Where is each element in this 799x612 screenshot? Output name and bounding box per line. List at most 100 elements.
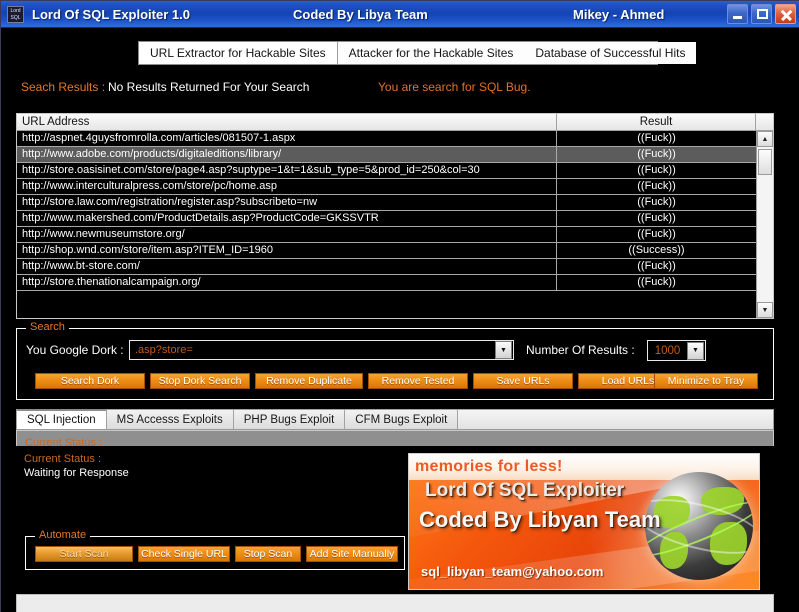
- cell-result: ((Fuck)): [637, 180, 676, 192]
- banner-email: sql_libyan_team@yahoo.com: [421, 564, 604, 579]
- window-title-right: Mikey - Ahmed: [573, 6, 665, 22]
- title-bar: Lord SQL Lord Of SQL Exploiter 1.0 Coded…: [1, 1, 799, 28]
- cell-url: http://www.adobe.com/products/digitaledi…: [17, 147, 557, 162]
- dork-combobox[interactable]: .asp?store= ▼: [129, 340, 514, 360]
- tab-attacker[interactable]: Attacker for the Hackable Sites: [337, 42, 525, 64]
- automate-group-caption: Automate: [35, 529, 91, 541]
- cell-result: ((Fuck)): [637, 148, 676, 160]
- cell-result: ((Fuck)): [637, 164, 676, 176]
- cell-url: http://www.bt-store.com/: [17, 259, 557, 274]
- banner-line-2: Coded By Libyan Team: [419, 507, 661, 532]
- check-single-url-button[interactable]: Check Single URL: [138, 546, 230, 562]
- table-row[interactable]: http://shop.wnd.com/store/item.asp?ITEM_…: [17, 243, 756, 259]
- remove-duplicate-button[interactable]: Remove Duplicate: [255, 373, 363, 389]
- search-results-value: No Results Returned For Your Search: [108, 80, 310, 94]
- cell-result: ((Fuck)): [637, 260, 676, 272]
- cell-result: ((Fuck)): [637, 132, 676, 144]
- results-count-label: Number Of Results :: [526, 343, 635, 357]
- cell-url: http://www.makershed.com/ProductDetails.…: [17, 211, 557, 226]
- search-group-caption: Search: [26, 321, 69, 333]
- status-caption-overlay: Current Status :: [24, 453, 102, 465]
- search-results-label: Seach Results :: [21, 80, 106, 94]
- tab-sql-injection[interactable]: SQL Injection: [16, 409, 107, 429]
- globe-icon: [645, 472, 753, 580]
- search-dork-button[interactable]: Search Dork: [35, 373, 145, 389]
- chevron-down-icon[interactable]: ▼: [495, 341, 512, 359]
- save-urls-button[interactable]: Save URLs: [473, 373, 573, 389]
- table-row[interactable]: http://store.law.com/registration/regist…: [17, 195, 756, 211]
- window-title: Lord Of SQL Exploiter 1.0: [32, 6, 190, 22]
- minimize-button[interactable]: [727, 4, 748, 24]
- status-bar: [16, 594, 774, 612]
- status-value-overlay: Waiting for Response: [24, 467, 129, 479]
- cell-result: ((Fuck)): [637, 228, 676, 240]
- application-window: Lord SQL Lord Of SQL Exploiter 1.0 Coded…: [0, 0, 799, 612]
- add-site-manually-button[interactable]: Add Site Manually: [306, 546, 398, 562]
- minimize-to-tray-button[interactable]: Minimize to Tray: [654, 373, 758, 389]
- table-row[interactable]: http://www.adobe.com/products/digitaledi…: [17, 147, 756, 163]
- table-row[interactable]: http://www.interculturalpress.com/store/…: [17, 179, 756, 195]
- table-row[interactable]: http://www.makershed.com/ProductDetails.…: [17, 211, 756, 227]
- results-count-value[interactable]: 1000: [648, 345, 687, 357]
- stop-scan-button[interactable]: Stop Scan: [235, 546, 301, 562]
- remove-tested-button[interactable]: Remove Tested: [368, 373, 468, 389]
- scroll-up-icon[interactable]: ▲: [757, 131, 773, 147]
- grid-header-url[interactable]: URL Address: [17, 114, 557, 131]
- app-icon: Lord SQL: [7, 5, 24, 23]
- close-button[interactable]: [775, 4, 796, 24]
- search-results-note: You are search for SQL Bug.: [378, 80, 531, 94]
- cell-result: ((Fuck)): [637, 196, 676, 208]
- tab-bar-filler: [457, 409, 774, 429]
- grid-header-spacer: [756, 114, 773, 131]
- window-title-center: Coded By Libya Team: [293, 6, 428, 22]
- cell-url: http://www.newmuseumstore.org/: [17, 227, 557, 242]
- main-tab-bar: URL Extractor for Hackable Sites Attacke…: [138, 41, 697, 65]
- dork-label: You Google Dork :: [26, 343, 124, 357]
- cell-url: http://store.thenationalcampaign.org/: [17, 275, 557, 290]
- cell-url: http://shop.wnd.com/store/item.asp?ITEM_…: [17, 243, 557, 258]
- tab-cfm-bugs-exploit[interactable]: CFM Bugs Exploit: [344, 409, 459, 429]
- table-row[interactable]: http://store.thenationalcampaign.org/ ((…: [17, 275, 756, 291]
- tab-ms-access-exploits[interactable]: MS Accesss Exploits: [105, 409, 234, 429]
- maximize-icon: [757, 9, 768, 19]
- stop-dork-search-button[interactable]: Stop Dork Search: [150, 373, 250, 389]
- minimize-icon: [733, 16, 742, 19]
- window-controls: [727, 4, 796, 24]
- cell-result: ((Fuck)): [637, 276, 676, 288]
- cell-url: http://aspnet.4guysfromrolla.com/article…: [17, 131, 557, 146]
- grid-body: http://aspnet.4guysfromrolla.com/article…: [17, 131, 773, 318]
- cell-url: http://www.interculturalpress.com/store/…: [17, 179, 557, 194]
- cell-result: ((Fuck)): [637, 212, 676, 224]
- maximize-button[interactable]: [751, 4, 772, 24]
- cell-result: ((Success)): [628, 244, 685, 256]
- start-scan-button[interactable]: Start Scan: [35, 546, 133, 562]
- grid-header-row: URL Address Result: [17, 114, 773, 131]
- app-icon-line1: Lord: [10, 7, 21, 14]
- grid-header-result[interactable]: Result: [557, 114, 756, 131]
- cell-url: http://store.oasisinet.com/store/page4.a…: [17, 163, 557, 178]
- dork-input[interactable]: .asp?store=: [130, 344, 495, 356]
- banner-line-1: Lord Of SQL Exploiter: [425, 480, 625, 501]
- promo-banner[interactable]: memories for less! Lord Of SQL Exploiter…: [408, 453, 760, 590]
- cell-url: http://store.law.com/registration/regist…: [17, 195, 557, 210]
- exploit-tab-bar: SQL Injection MS Accesss Exploits PHP Bu…: [16, 409, 774, 430]
- scroll-down-icon[interactable]: ▼: [757, 302, 773, 318]
- search-results-row: Seach Results : No Results Returned For …: [1, 80, 799, 100]
- results-count-combobox[interactable]: 1000 ▼: [647, 340, 706, 361]
- url-results-grid: URL Address Result http://aspnet.4guysfr…: [16, 113, 774, 319]
- tab-php-bugs-exploit[interactable]: PHP Bugs Exploit: [232, 409, 346, 429]
- scrollbar-thumb[interactable]: [758, 149, 772, 175]
- table-row[interactable]: http://www.bt-store.com/ ((Fuck)): [17, 259, 756, 275]
- tab-database-hits[interactable]: Database of Successful Hits: [524, 42, 697, 64]
- automate-group-box: Automate Start Scan Check Single URL Sto…: [25, 529, 405, 570]
- grid-rows: http://aspnet.4guysfromrolla.com/article…: [17, 131, 756, 318]
- table-row[interactable]: http://store.oasisinet.com/store/page4.a…: [17, 163, 756, 179]
- search-group-box: Search You Google Dork : .asp?store= ▼ N…: [16, 321, 774, 400]
- table-row[interactable]: http://www.newmuseumstore.org/ ((Fuck)): [17, 227, 756, 243]
- tab-url-extractor[interactable]: URL Extractor for Hackable Sites: [139, 42, 338, 64]
- table-row[interactable]: http://aspnet.4guysfromrolla.com/article…: [17, 131, 756, 147]
- app-icon-line2: SQL: [10, 14, 21, 21]
- chevron-down-icon[interactable]: ▼: [687, 341, 704, 360]
- grid-vertical-scrollbar[interactable]: ▲ ▼: [756, 131, 773, 318]
- window-body: URL Extractor for Hackable Sites Attacke…: [1, 28, 799, 612]
